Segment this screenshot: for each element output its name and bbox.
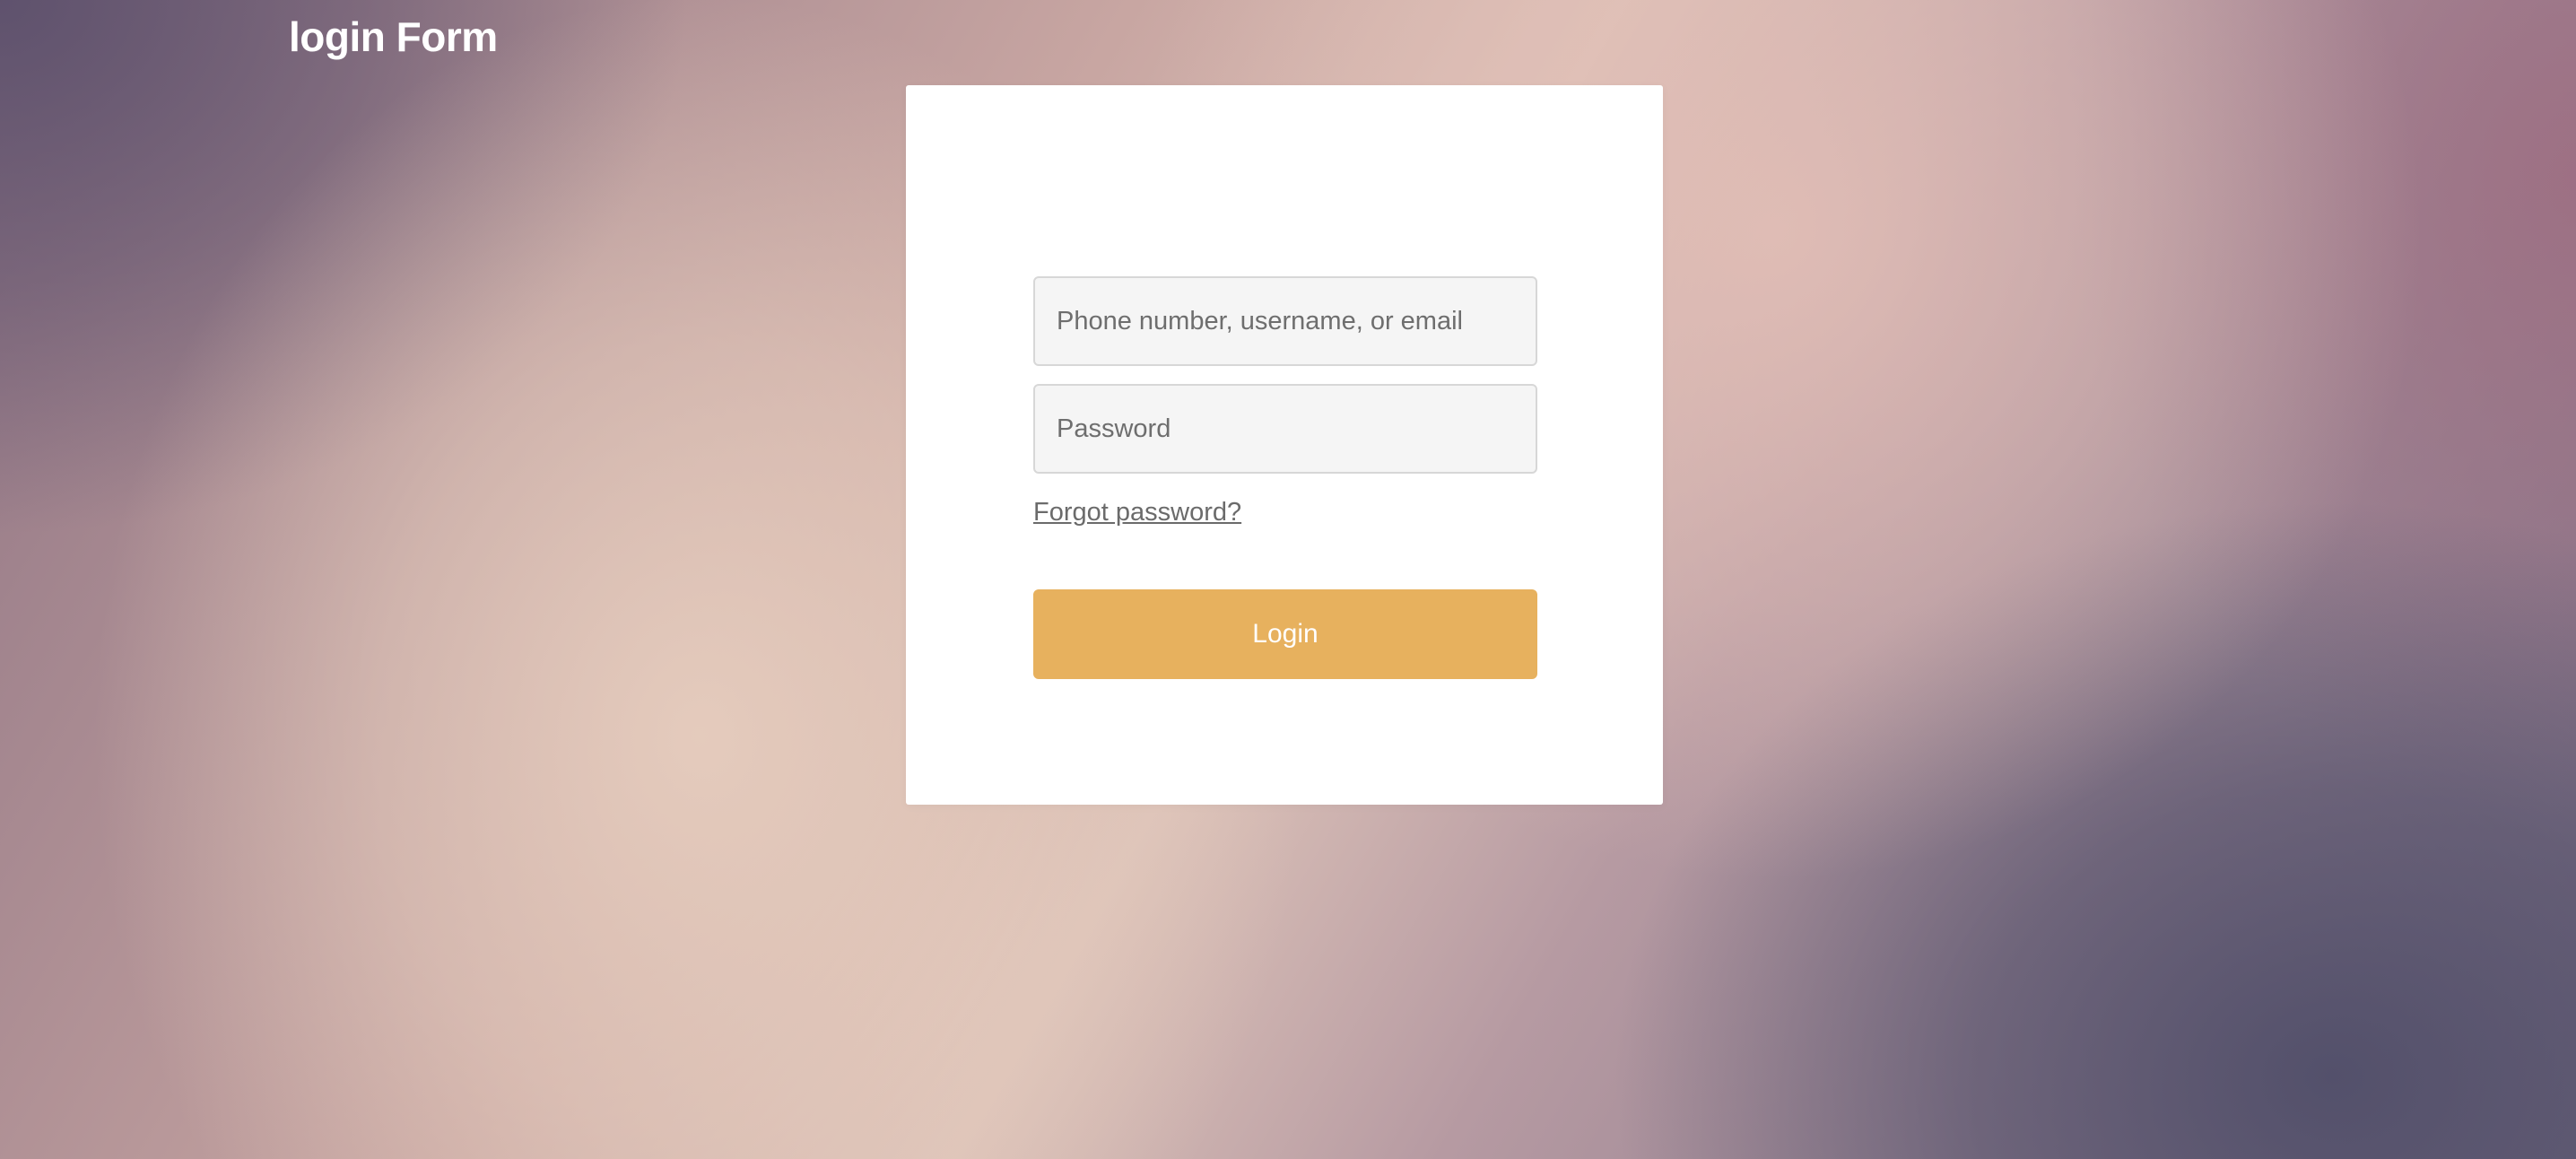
login-button[interactable]: Login xyxy=(1033,589,1537,679)
login-card: Forgot password? Login xyxy=(906,85,1663,805)
forgot-password-link[interactable]: Forgot password? xyxy=(1033,498,1241,527)
username-input[interactable] xyxy=(1033,276,1537,366)
page-title: login Form xyxy=(289,13,498,60)
password-input[interactable] xyxy=(1033,384,1537,474)
